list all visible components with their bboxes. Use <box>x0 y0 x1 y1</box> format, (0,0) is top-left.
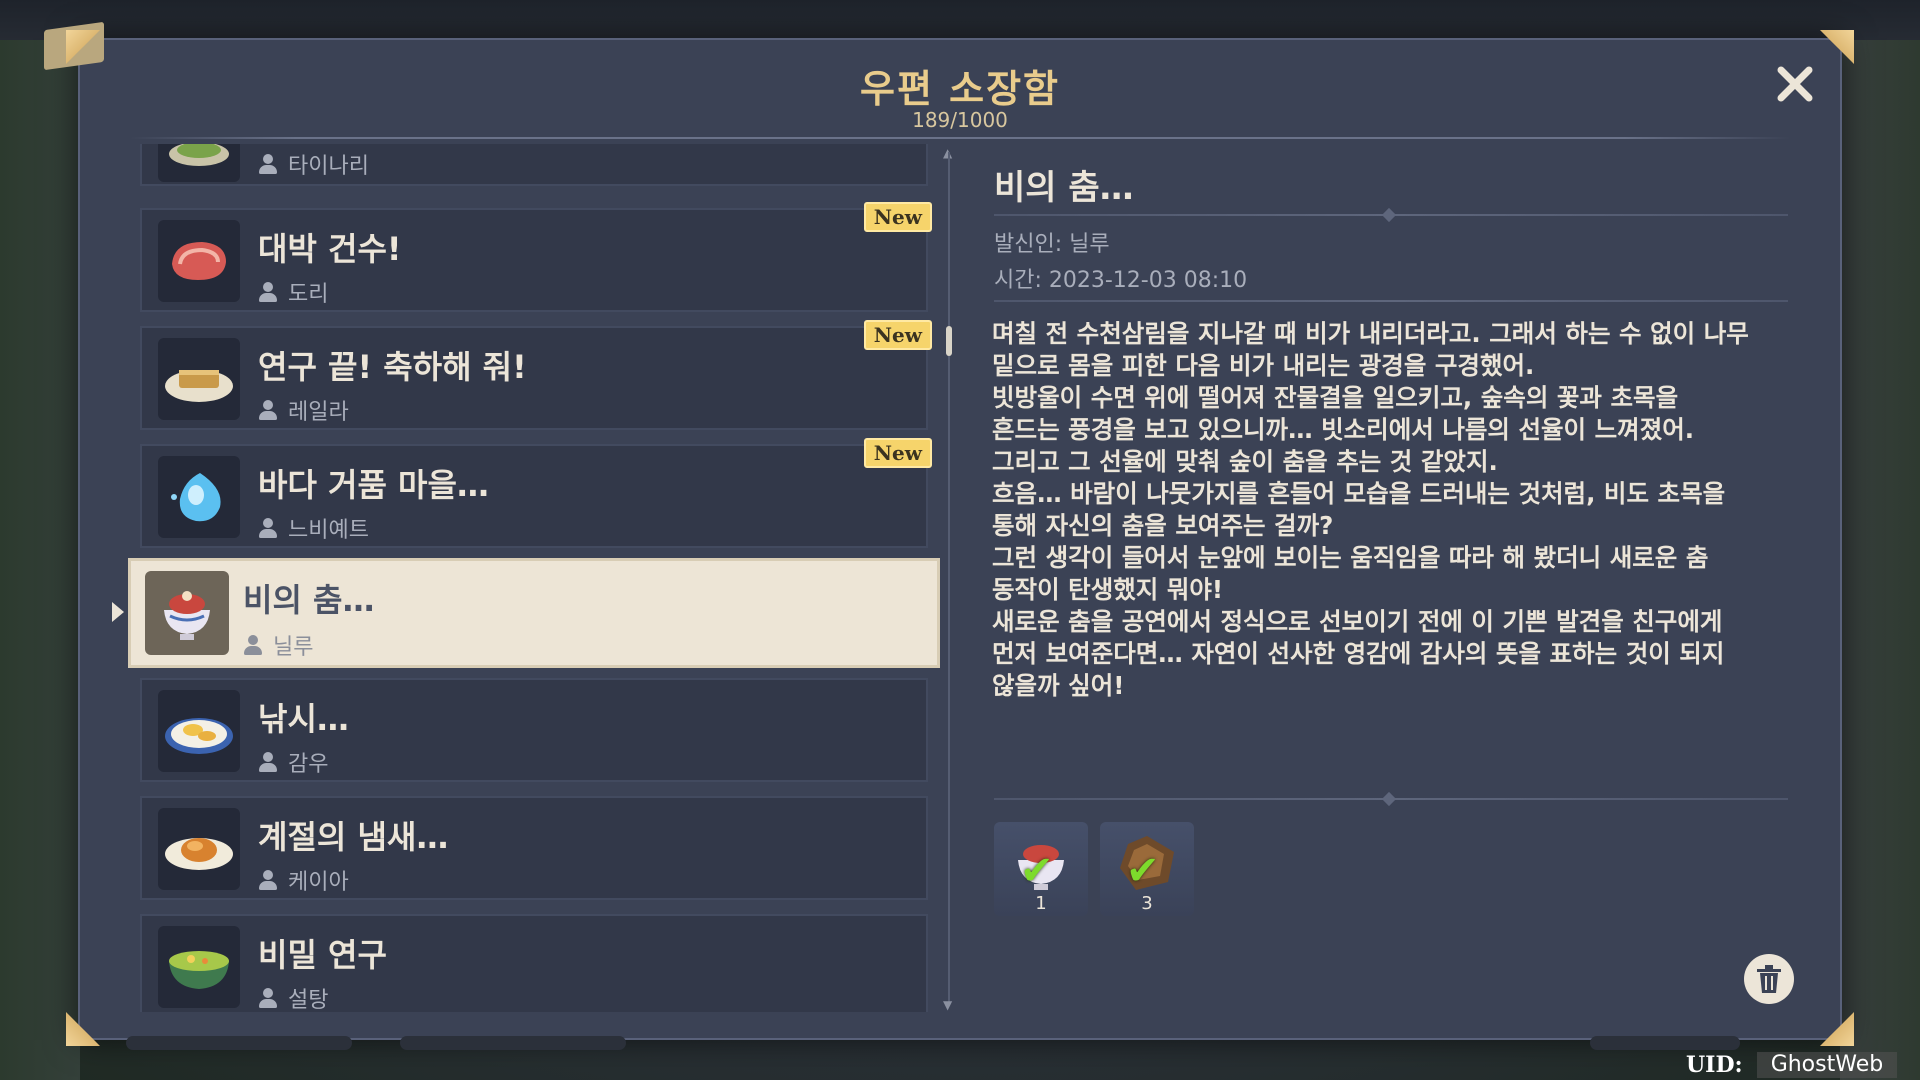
attachments: ✔ 1 ✔ 3 <box>994 822 1194 916</box>
new-badge: New <box>863 202 932 232</box>
delete-button[interactable] <box>1744 954 1794 1004</box>
list-item[interactable]: 낚시… 감우 <box>140 678 928 782</box>
uid-value: GhostWeb <box>1756 1052 1898 1078</box>
list-scrollbar[interactable] <box>948 152 950 1004</box>
body-line: 동작이 탄생했지 뭐야! <box>992 575 1224 604</box>
roast-dish-icon <box>158 808 240 890</box>
divider <box>994 300 1788 302</box>
body-line: 흐음… 바람이 나뭇가지를 흔들어 모습을 드러내는 것처럼, 비도 초목을 <box>992 479 1726 508</box>
body-line: 통해 자신의 춤을 보여주는 걸까? <box>992 511 1334 540</box>
meat-icon <box>158 220 240 302</box>
detail-sender: 발신인: 닐루 <box>994 232 1110 257</box>
mail-title: 비의 춤… <box>243 581 375 619</box>
header-divider <box>130 137 1790 139</box>
mail-sender: 닐루 <box>243 629 313 661</box>
attachment-qty: 3 <box>1141 893 1153 914</box>
detail-title: 비의 춤… <box>994 168 1134 208</box>
person-icon <box>258 282 278 302</box>
scroll-down-icon[interactable]: ▼ <box>943 998 952 1012</box>
soup-dish-icon <box>158 926 240 1008</box>
fish-dish-icon <box>158 690 240 772</box>
person-icon <box>258 154 278 174</box>
person-icon <box>243 635 263 655</box>
mail-sender: 케이아 <box>258 864 349 896</box>
mail-sender: 감우 <box>258 746 328 778</box>
claimed-check-icon: ✔ <box>1020 848 1054 894</box>
body-line: 빗방울이 수면 위에 떨어져 잔물결을 일으키고, 숲속의 꽃과 초목을 <box>992 383 1679 412</box>
close-button[interactable] <box>1772 64 1818 110</box>
dessert-bowl-icon <box>145 571 229 655</box>
person-icon <box>258 752 278 772</box>
bottom-decor <box>126 1036 352 1050</box>
mail-sender: 설탕 <box>258 982 328 1012</box>
list-item-selected[interactable]: 비의 춤… 닐루 <box>128 558 940 668</box>
claimed-check-icon: ✔ <box>1126 848 1160 894</box>
attachment-item[interactable]: ✔ 3 <box>1100 822 1194 916</box>
mail-title: 바다 거품 마을… <box>258 466 489 504</box>
attachment-qty: 1 <box>1035 893 1047 914</box>
background-right <box>1840 40 1920 1080</box>
mail-sender: 레일라 <box>258 394 349 426</box>
uid-label: UID: <box>1686 1052 1743 1078</box>
close-icon <box>1777 66 1813 102</box>
list-item[interactable]: 계절의 냄새… 케이아 <box>140 796 928 900</box>
list-item[interactable]: 연구 끝! 축하해 줘! 레일라 New <box>140 320 932 430</box>
window-title: 우편 소장함 <box>859 67 1061 111</box>
trash-icon <box>1757 965 1781 993</box>
list-item[interactable]: 바다 거품 마을… 느비예트 New <box>140 438 932 548</box>
salad-icon <box>158 144 240 182</box>
body-line: 그런 생각이 들어서 눈앞에 보이는 움직임을 따라 해 봤더니 새로운 춤 <box>992 543 1709 572</box>
body-line: 않을까 싶어! <box>992 671 1125 700</box>
list-scroll-thumb[interactable] <box>946 326 952 356</box>
bottom-decor <box>400 1036 626 1050</box>
background-left <box>0 40 80 1080</box>
body-line: 먼저 보여준다면… 자연이 선사한 영감에 감사의 뜻을 표하는 것이 되지 <box>992 639 1725 668</box>
mail-title: 연구 끝! 축하해 줘! <box>258 348 527 386</box>
mail-title: 대박 건수! <box>258 230 402 268</box>
detail-time: 시간: 2023-12-03 08:10 <box>994 268 1248 293</box>
mail-list[interactable]: 타이나리 대박 건수! 도리 New 연구 끝! 축하해 줘! 레일라 New … <box>128 144 948 1012</box>
body-line: 며칠 전 수천삼림을 지나갈 때 비가 내리더라고. 그래서 하는 수 없이 나… <box>992 319 1749 348</box>
mail-count: 189/1000 <box>912 108 1008 132</box>
person-icon <box>258 988 278 1008</box>
detail-body: 며칠 전 수천삼림을 지나갈 때 비가 내리더라고. 그래서 하는 수 없이 나… <box>992 318 1792 702</box>
mail-sender: 느비예트 <box>258 512 369 544</box>
person-icon <box>258 870 278 890</box>
uid-display: UID: GhostWeb <box>1686 1052 1898 1078</box>
bottom-decor <box>1590 1036 1740 1050</box>
attachment-item[interactable]: ✔ 1 <box>994 822 1088 916</box>
new-badge: New <box>863 320 932 350</box>
water-drop-icon <box>158 456 240 538</box>
person-icon <box>258 518 278 538</box>
person-icon <box>258 400 278 420</box>
body-line: 밑으로 몸을 피한 다음 비가 내리는 광경을 구경했어. <box>992 351 1535 380</box>
selection-arrow-icon <box>112 602 124 622</box>
pastry-icon <box>158 338 240 420</box>
mail-title: 비밀 연구 <box>258 936 387 974</box>
mail-title: 낚시… <box>258 700 349 738</box>
new-badge: New <box>863 438 932 468</box>
body-line: 그리고 그 선율에 맞춰 숲이 춤을 추는 것 같았지. <box>992 447 1498 476</box>
list-item[interactable]: 비밀 연구 설탕 <box>140 914 928 1012</box>
list-item[interactable]: 대박 건수! 도리 New <box>140 202 932 312</box>
mail-sender: 도리 <box>258 276 328 308</box>
top-hud-bar <box>0 0 1920 40</box>
body-line: 새로운 춤을 공연에서 정식으로 선보이기 전에 이 기쁜 발견을 친구에게 <box>992 607 1723 636</box>
mail-title: 계절의 냄새… <box>258 818 449 856</box>
list-item[interactable]: 타이나리 <box>140 144 928 186</box>
body-line: 흔드는 풍경을 보고 있으니까… 빗소리에서 나름의 선율이 느껴졌어. <box>992 415 1695 444</box>
mail-sender: 타이나리 <box>258 148 369 180</box>
